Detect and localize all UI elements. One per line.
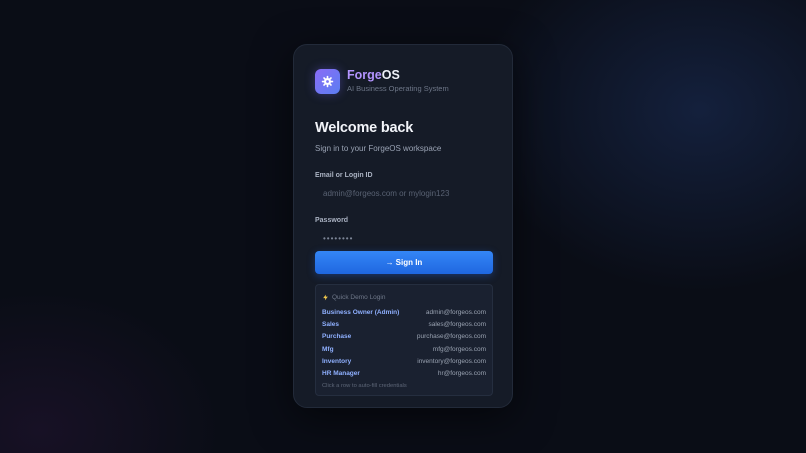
brand-tagline: AI Business Operating System — [347, 84, 449, 93]
demo-email: admin@forgeos.com — [425, 308, 486, 316]
gear-icon — [321, 75, 334, 88]
demo-role: HR Manager — [322, 370, 360, 378]
demo-account-row-admin[interactable]: Business Owner (Admin) admin@forgeos.com — [322, 306, 486, 318]
login-card: ForgeOS AI Business Operating System Wel… — [293, 44, 513, 408]
demo-account-list: Business Owner (Admin) admin@forgeos.com… — [322, 306, 486, 380]
demo-role: Business Owner (Admin) — [322, 308, 400, 316]
demo-email: sales@forgeos.com — [428, 320, 486, 328]
email-field[interactable] — [315, 183, 493, 203]
page-subtitle: Sign in to your ForgeOS workspace — [315, 144, 442, 153]
brand-text: ForgeOS AI Business Operating System — [347, 68, 449, 93]
password-label: Password — [315, 217, 349, 224]
demo-account-row-sales[interactable]: Sales sales@forgeos.com — [322, 318, 486, 330]
demo-role: Purchase — [322, 333, 352, 341]
demo-hint: Click a row to auto-fill credentials — [322, 382, 407, 389]
brand-name-part2: OS — [381, 68, 400, 82]
demo-login-header: Quick Demo Login — [322, 292, 486, 302]
demo-login-title: Quick Demo Login — [332, 293, 386, 301]
demo-account-row-inventory[interactable]: Inventory inventory@forgeos.com — [322, 355, 486, 367]
brand-header: ForgeOS AI Business Operating System — [315, 68, 491, 98]
arrow-right-icon: → — [385, 258, 394, 267]
demo-login-panel: Quick Demo Login Business Owner (Admin) … — [315, 284, 493, 396]
password-field[interactable] — [315, 228, 493, 248]
email-label: Email or Login ID — [315, 172, 373, 179]
demo-email: hr@forgeos.com — [437, 370, 486, 378]
demo-email: mfg@forgeos.com — [432, 345, 486, 353]
demo-account-row-purchase[interactable]: Purchase purchase@forgeos.com — [322, 331, 486, 343]
brand-logo — [315, 69, 340, 94]
brand-name: ForgeOS — [347, 68, 449, 83]
sign-in-label: Sign In — [395, 258, 423, 267]
lightning-icon — [323, 294, 328, 300]
demo-account-row-hr[interactable]: HR Manager hr@forgeos.com — [322, 367, 486, 379]
page-title: Welcome back — [315, 120, 414, 136]
brand-name-part1: Forge — [347, 68, 382, 82]
demo-account-row-mfg[interactable]: Mfg mfg@forgeos.com — [322, 343, 486, 355]
demo-email: inventory@forgeos.com — [417, 357, 486, 365]
demo-role: Inventory — [322, 357, 352, 365]
sign-in-button[interactable]: → Sign In — [315, 251, 493, 274]
demo-role: Mfg — [322, 345, 334, 353]
demo-role: Sales — [322, 320, 339, 328]
demo-email: purchase@forgeos.com — [416, 333, 486, 341]
